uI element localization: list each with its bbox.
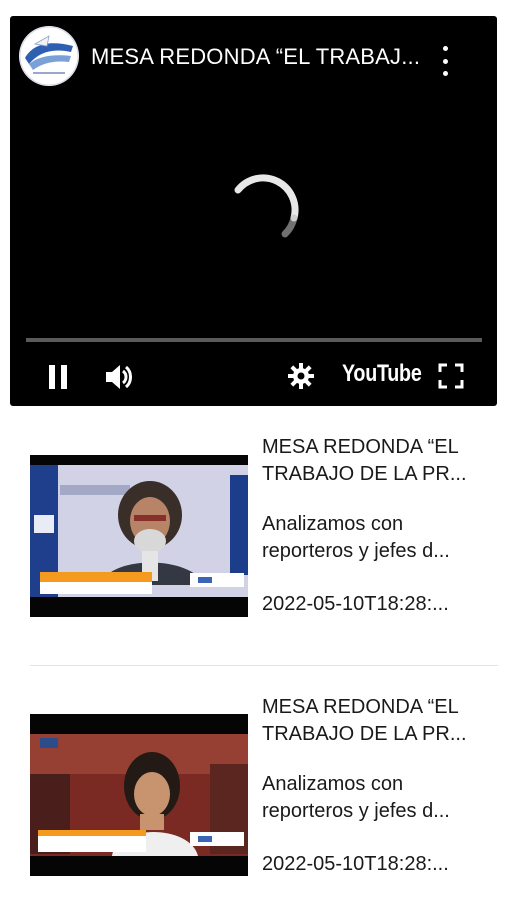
video-description: reporteros y jefes d... [262, 800, 450, 822]
channel-logo[interactable] [19, 26, 79, 86]
video-list-item[interactable]: MESA REDONDA “EL TRABAJO DE LA PR... Ana… [0, 420, 507, 660]
video-description: Analizamos con [262, 773, 404, 795]
youtube-logo-link[interactable]: YouTube [342, 360, 422, 388]
loading-spinner [234, 174, 299, 238]
video-title[interactable]: TRABAJO DE LA PR... [262, 461, 492, 488]
video-date: 2022-05-10T18:28:... [262, 853, 449, 875]
volume-icon[interactable] [104, 362, 134, 392]
video-date: 2022-05-10T18:28:... [262, 593, 449, 615]
video-list-item[interactable]: MESA REDONDA “EL TRABAJO DE LA PR... Ana… [0, 680, 507, 920]
progress-bar[interactable] [26, 338, 482, 342]
player-title[interactable]: MESA REDONDA “EL TRABAJ... [91, 44, 431, 70]
video-thumbnail[interactable] [30, 455, 248, 617]
video-description: reporteros y jefes d... [262, 540, 450, 562]
settings-gear-icon[interactable] [288, 363, 314, 389]
video-description: Analizamos con [262, 513, 404, 535]
video-meta: MESA REDONDA “EL TRABAJO DE LA PR... Ana… [262, 434, 492, 618]
divider [30, 665, 498, 666]
fullscreen-icon[interactable] [438, 363, 464, 389]
video-title[interactable]: TRABAJO DE LA PR... [262, 721, 492, 748]
video-meta: MESA REDONDA “EL TRABAJO DE LA PR... Ana… [262, 694, 492, 878]
pause-icon[interactable] [47, 364, 69, 390]
more-options-icon[interactable] [435, 46, 455, 76]
video-title[interactable]: MESA REDONDA “EL [262, 434, 492, 461]
video-title[interactable]: MESA REDONDA “EL [262, 694, 492, 721]
video-thumbnail[interactable] [30, 714, 248, 876]
video-player[interactable]: MESA REDONDA “EL TRABAJ... YouTube [10, 16, 497, 406]
